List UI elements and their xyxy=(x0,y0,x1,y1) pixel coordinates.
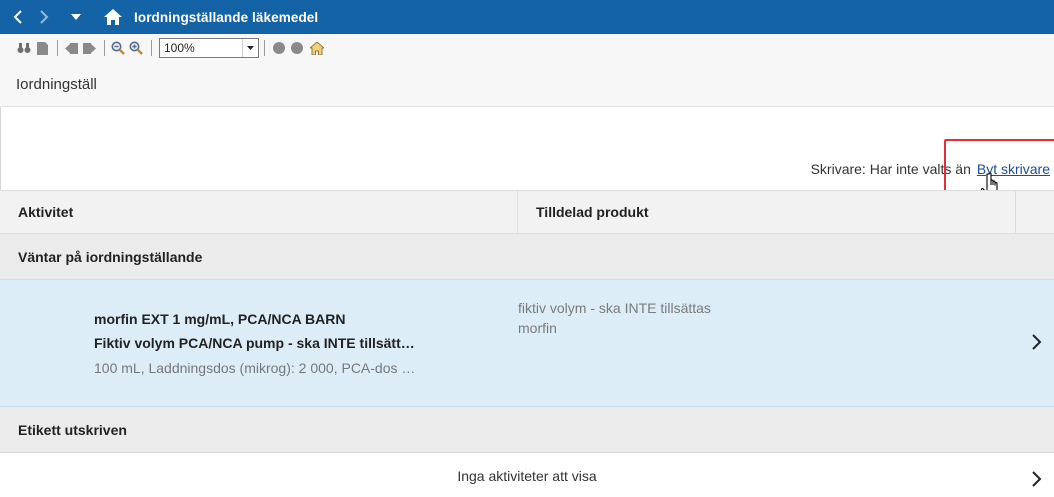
activity-description: Fiktiv volym PCA/NCA pump - ska INTE til… xyxy=(94,335,415,351)
zoom-out-icon[interactable] xyxy=(110,40,126,56)
toolbar-divider xyxy=(151,40,152,56)
empty-list-row[interactable]: Inga aktiviteter att visa xyxy=(0,453,1054,497)
window-title: Iordningställande läkemedel xyxy=(134,9,319,25)
chevron-down-icon[interactable] xyxy=(242,39,258,57)
report-toolbar: 100% xyxy=(0,34,1054,62)
toolbar-divider xyxy=(264,40,265,56)
chevron-right-icon[interactable] xyxy=(1030,469,1044,489)
page-icon[interactable] xyxy=(34,40,50,56)
activity-details: 100 mL, Laddningsdos (mikrog): 2 000, PC… xyxy=(94,360,416,376)
column-header-label: Tilldelad produkt xyxy=(536,204,649,220)
binoculars-icon[interactable] xyxy=(16,40,32,56)
activity-row[interactable]: morfin EXT 1 mg/mL, PCA/NCA BARN Fiktiv … xyxy=(0,280,1054,407)
empty-message: Inga aktiviteter att visa xyxy=(457,468,597,484)
column-header-label: Aktivitet xyxy=(18,204,74,220)
prev-page-icon[interactable] xyxy=(63,40,79,56)
group-title: Etikett utskriven xyxy=(18,421,127,438)
title-bar: Iordningställande läkemedel xyxy=(0,0,1054,34)
group-title: Väntar på iordningställande xyxy=(18,248,203,265)
next-page-icon[interactable] xyxy=(81,40,97,56)
back-arrow-icon[interactable] xyxy=(0,0,28,34)
assigned-product-line2: morfin xyxy=(518,320,557,336)
record-icon[interactable] xyxy=(273,42,285,54)
zoom-value: 100% xyxy=(164,41,195,55)
column-header-product[interactable]: Tilldelad produkt xyxy=(518,191,1016,233)
forward-arrow-icon[interactable] xyxy=(28,0,60,34)
home-icon[interactable] xyxy=(309,40,325,56)
zoom-select[interactable]: 100% xyxy=(159,38,259,58)
page-title: Iordningställ xyxy=(0,62,1054,107)
column-header-activity[interactable]: Aktivitet xyxy=(0,191,518,233)
stop-icon[interactable] xyxy=(291,42,303,54)
home-icon[interactable] xyxy=(98,0,128,34)
activity-drug-name: morfin EXT 1 mg/mL, PCA/NCA BARN xyxy=(94,311,346,327)
section-title: Iordningställ xyxy=(16,75,97,93)
toolbar-divider xyxy=(57,40,58,56)
table-header: Aktivitet Tilldelad produkt xyxy=(0,190,1054,234)
toolbar-divider xyxy=(104,40,105,56)
printer-row: Skrivare: Har inte valts än Byt skrivare xyxy=(0,148,1054,190)
zoom-in-icon[interactable] xyxy=(128,40,144,56)
group-header-label-printed[interactable]: Etikett utskriven xyxy=(0,407,1054,453)
group-header-waiting[interactable]: Väntar på iordningställande xyxy=(0,234,1054,280)
dropdown-caret-icon[interactable] xyxy=(60,0,92,34)
chevron-right-icon[interactable] xyxy=(1030,332,1044,352)
assigned-product-line1: fiktiv volym - ska INTE tillsättas xyxy=(518,300,711,316)
